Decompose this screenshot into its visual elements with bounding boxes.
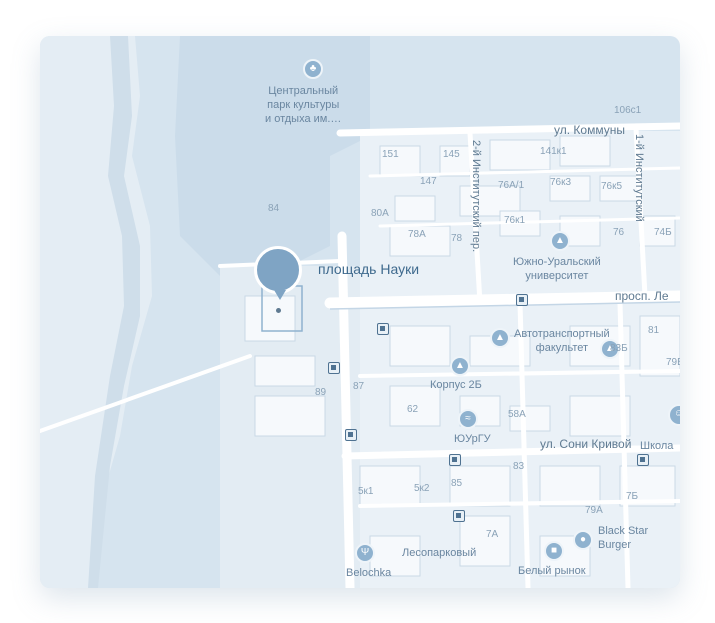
house-number: 5к2	[414, 483, 430, 494]
map-card[interactable]: ♣ ▲ ▲ ▲ ≈ ▲ ● ■ Ψ ☺ площадь Науки ул. Ко…	[40, 36, 680, 588]
stop-icon[interactable]	[516, 294, 528, 306]
house-number: 106с1	[614, 105, 642, 116]
stop-icon[interactable]	[637, 454, 649, 466]
road-label-soni-krivoy: ул. Сони Кривой	[540, 437, 632, 451]
stop-icon[interactable]	[449, 454, 461, 466]
house-number: 83	[513, 461, 525, 472]
house-number: 76	[613, 227, 625, 238]
place-pin-dot	[276, 308, 281, 313]
yurgu-label[interactable]: ЮУрГУ	[454, 434, 491, 445]
house-number: 76А/1	[498, 180, 525, 191]
house-number: 76к3	[550, 177, 572, 188]
house-number: 7А	[486, 529, 499, 540]
school-label[interactable]: Школа	[640, 441, 673, 452]
house-number: 76к5	[601, 181, 623, 192]
place-pin-icon[interactable]	[254, 246, 302, 294]
auto-faculty-label[interactable]: Автотранспортный факультет	[514, 327, 610, 355]
place-pin-tail	[274, 290, 286, 300]
house-number: 80А	[371, 208, 389, 219]
lesoparkovy-label[interactable]: Лесопарковый	[402, 548, 476, 559]
house-number: 79В	[666, 357, 680, 368]
belochka-label[interactable]: Belochka	[346, 568, 391, 579]
house-number: 78	[451, 233, 463, 244]
house-number: 151	[382, 149, 399, 160]
road-label-kommuny: ул. Коммуны	[554, 123, 625, 137]
university-icon[interactable]: ▲	[550, 231, 570, 251]
house-number: 81	[648, 325, 660, 336]
road-label-lenina: просп. Ле	[615, 289, 669, 303]
house-number: 85	[451, 478, 463, 489]
house-number: 141к1	[540, 146, 567, 157]
main-place-label[interactable]: площадь Науки	[318, 262, 419, 276]
burger-icon[interactable]: ●	[573, 530, 593, 550]
house-number: 147	[420, 176, 437, 187]
house-number: 74Б	[654, 227, 672, 238]
house-number: 145	[443, 149, 460, 160]
house-number: 83Б	[610, 343, 628, 354]
road-label-2-institutsky: 2-й Институтский пер.	[470, 140, 482, 253]
house-number: 87	[353, 381, 365, 392]
korpus-label[interactable]: Корпус 2Б	[430, 380, 482, 391]
market-label[interactable]: Белый рынок	[518, 566, 586, 577]
stop-icon[interactable]	[328, 362, 340, 374]
auto-faculty-icon[interactable]: ▲	[490, 328, 510, 348]
house-number: 58А	[508, 409, 526, 420]
stop-icon[interactable]	[345, 429, 357, 441]
black-star-label[interactable]: Black Star Burger	[598, 524, 648, 552]
park-label[interactable]: Центральный парк культуры и отдыха им.…	[265, 84, 341, 126]
house-number: 76к1	[504, 215, 526, 226]
house-number: 79А	[585, 505, 603, 516]
house-number: 5к1	[358, 486, 374, 497]
road-label-1-institutsky: 1-й Институтский	[633, 134, 645, 222]
park-icon[interactable]: ♣	[303, 59, 323, 79]
house-number: 7Б	[626, 491, 639, 502]
house-number: 62	[407, 404, 419, 415]
market-icon[interactable]: ■	[544, 541, 564, 561]
house-number: 84	[268, 203, 280, 214]
stop-icon[interactable]	[453, 510, 465, 522]
cafe-icon[interactable]: Ψ	[355, 543, 375, 563]
university-label[interactable]: Южно-Уральский университет	[513, 255, 601, 283]
korpus-icon[interactable]: ▲	[450, 356, 470, 376]
stop-icon[interactable]	[377, 323, 389, 335]
house-number: 78А	[408, 229, 426, 240]
yurgu-icon[interactable]: ≈	[458, 409, 478, 429]
map-canvas[interactable]	[40, 36, 680, 588]
house-number: 89	[315, 387, 327, 398]
